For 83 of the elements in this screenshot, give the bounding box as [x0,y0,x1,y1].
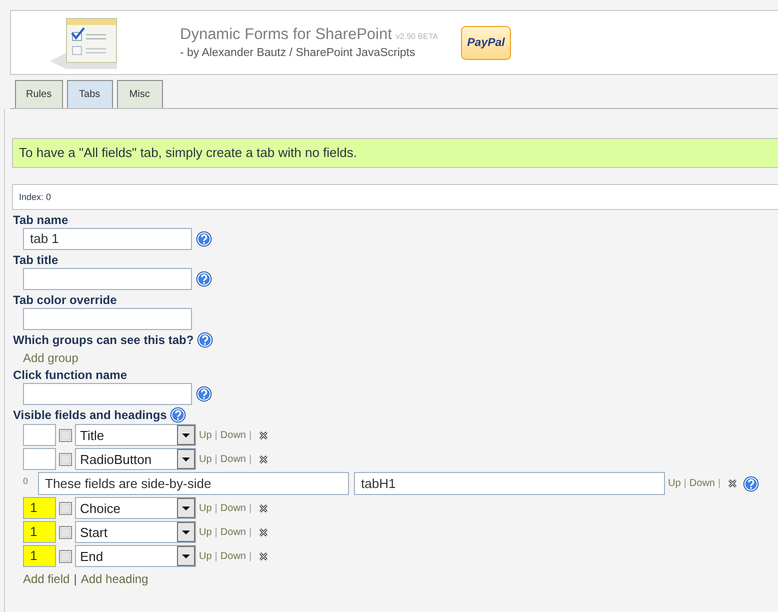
action-link[interactable]: Up [668,478,681,489]
field-select[interactable]: Title [75,424,196,446]
link-separator: | [214,526,218,538]
field-label: Which groups can see this tab? [13,332,194,348]
app-title: Dynamic Forms for SharePoint [180,26,392,44]
heading-index: 0 [23,476,30,486]
text-field[interactable] [23,383,192,405]
caret-icon[interactable] [177,522,195,542]
field-select[interactable]: Start [75,521,196,543]
link-separator: | [718,478,721,489]
checkbox[interactable] [59,428,72,442]
action-link[interactable]: Down [689,478,715,489]
form-checklist-icon [50,16,118,68]
action-link[interactable]: Up [199,454,212,464]
index-label: Index: 0 [19,192,52,202]
field-label: Tab color override [13,292,117,308]
help-icon[interactable] [742,476,759,492]
order-field[interactable] [23,448,56,470]
tab[interactable]: Tabs [66,80,113,108]
text-field[interactable] [23,268,192,290]
app-subtitle: - by Alexander Bautz / SharePoint JavaScripts [180,47,416,59]
link-separator: | [214,502,218,514]
link-separator: | [214,550,218,562]
field-select[interactable]: End [75,545,196,567]
heading-text-field[interactable]: These fields are side-by-side [38,472,349,495]
help-icon[interactable] [196,386,212,402]
checkbox[interactable] [59,526,72,538]
help-icon[interactable] [196,332,213,348]
add-link[interactable]: Add field [23,572,70,586]
order-field[interactable]: 1 [23,497,56,519]
field-label: Click function name [13,367,128,383]
link-separator: | [248,502,252,514]
help-icon[interactable] [196,231,212,247]
add-link[interactable]: Add group [23,350,78,364]
tab[interactable]: Misc [116,80,163,108]
caret-icon[interactable] [177,425,195,445]
action-link[interactable]: Up [199,502,212,514]
donate-button[interactable]: PayPal [461,26,511,60]
order-field[interactable] [23,424,56,446]
link-separator: | [684,478,686,489]
checkbox[interactable] [59,550,72,562]
action-link[interactable]: Up [199,526,212,538]
action-link[interactable]: Up [199,550,212,562]
field-select[interactable]: Choice [75,497,196,519]
caret-icon[interactable] [177,498,195,518]
field-label: Visible fields and headings [13,407,167,423]
tab[interactable]: Rules [15,80,63,108]
cross-icon[interactable] [258,430,268,440]
link-separator: | [74,572,77,586]
version-label: v2.90 BETA [396,32,438,41]
help-icon[interactable] [170,407,186,423]
link-separator: | [248,430,252,440]
link-separator: | [248,526,252,538]
info-banner: To have a "All fields" tab, simply create a tab with no fields. [12,138,778,168]
link-separator: | [248,550,252,562]
cross-icon[interactable] [258,528,268,536]
text-field[interactable]: tab 1 [23,228,192,250]
text-field[interactable] [23,308,192,330]
action-link[interactable]: Down [220,502,246,514]
heading-value-field[interactable]: tabH1 [354,472,665,495]
field-label: Tab name [13,212,68,228]
caret-icon[interactable] [177,546,195,566]
link-separator: | [214,454,218,464]
checkbox[interactable] [59,502,72,514]
order-field[interactable]: 1 [23,545,56,567]
action-link[interactable]: Down [220,454,246,464]
cross-icon[interactable] [258,454,268,464]
link-separator: | [214,430,218,440]
help-icon[interactable] [196,271,212,287]
add-link[interactable]: Add heading [80,572,148,586]
action-link[interactable]: Down [220,550,246,562]
cross-icon[interactable] [258,504,268,512]
caret-icon[interactable] [177,449,195,469]
cross-icon[interactable] [728,479,737,488]
field-select[interactable]: RadioButton [75,448,196,470]
field-label: Tab title [13,252,58,268]
action-link[interactable]: Down [220,526,246,538]
link-separator: | [248,454,252,464]
checkbox[interactable] [59,452,72,466]
action-link[interactable]: Down [220,430,246,440]
cross-icon[interactable] [258,552,268,560]
order-field[interactable]: 1 [23,521,56,543]
action-link[interactable]: Up [199,430,212,440]
